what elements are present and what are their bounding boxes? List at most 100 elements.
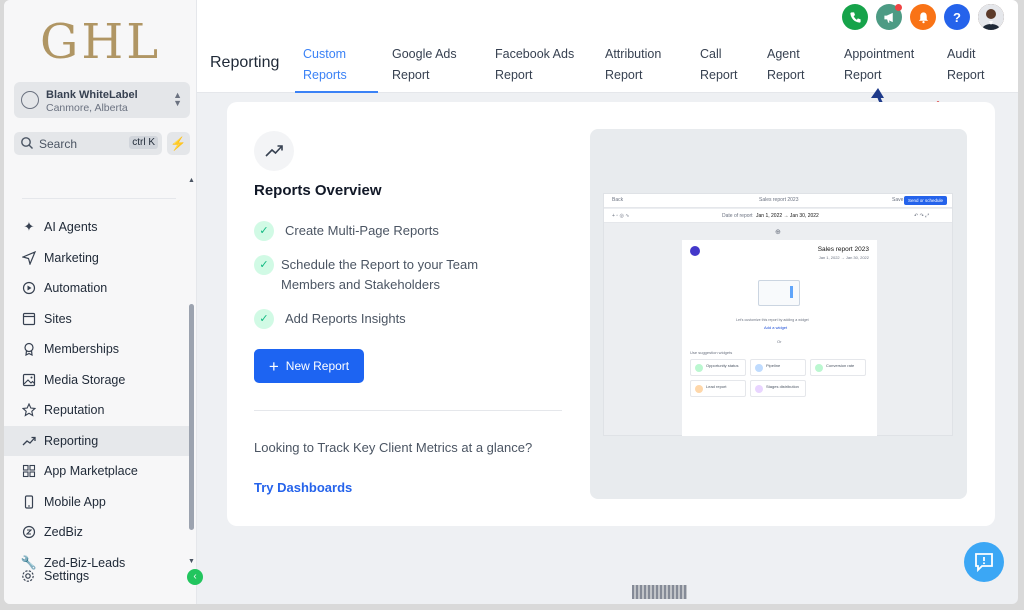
bell-icon[interactable] [910, 4, 936, 30]
preview-page-title: Sales report 2023 [817, 246, 869, 253]
sidebar-nav: ✦ AI Agents Marketing Automation Sites M… [4, 212, 190, 578]
preview-date-label: Date of report [722, 213, 753, 219]
trend-up-icon [265, 145, 283, 157]
preview-toolbar: Back Sales report 2023 Save Send or sche… [604, 194, 952, 208]
send-icon [21, 250, 37, 266]
tab-google-ads-report[interactable]: Google Ads Report [378, 44, 479, 93]
preview-empty-text: Let's customize this report by adding a … [736, 318, 809, 322]
scroll-up-icon[interactable]: ▲ [188, 177, 195, 184]
sidebar-item-media-storage[interactable]: Media Storage [4, 365, 190, 396]
account-name: Blank WhiteLabel [46, 89, 138, 101]
tab-label: Custom [303, 47, 347, 61]
new-report-button[interactable]: + New Report [254, 349, 364, 383]
tab-label: Google Ads [392, 47, 457, 61]
preview-widget-card: Conversion rate [810, 359, 866, 376]
tab-audit-report[interactable]: Audit Report [939, 44, 999, 93]
sidebar-item-automation[interactable]: Automation [4, 273, 190, 304]
chat-alert-icon [975, 553, 993, 573]
feature-item: ✓ Schedule the Report to your Team Membe… [254, 255, 534, 295]
preview-tools-icons: + ▫ ◎ ∿ [612, 213, 630, 219]
preview-send-button: Send or schedule [904, 196, 947, 205]
preview-or: Or [777, 339, 782, 344]
preview-save: Save [892, 197, 904, 203]
megaphone-icon[interactable] [876, 4, 902, 30]
sidebar-item-reporting[interactable]: Reporting [4, 425, 190, 456]
award-icon [21, 341, 37, 357]
check-icon: ✓ [254, 221, 274, 241]
user-avatar[interactable] [978, 4, 1004, 30]
sidebar-item-label: Mobile App [44, 494, 106, 509]
star-icon [21, 402, 37, 418]
tab-agent-report[interactable]: Agent Report [755, 44, 832, 93]
sidebar-item-label: Marketing [44, 250, 99, 265]
try-dashboards-link[interactable]: Try Dashboards [254, 480, 352, 495]
tab-call-report[interactable]: Call Report [687, 44, 755, 93]
sidebar-divider [22, 198, 176, 199]
sidebar-item-label: AI Agents [44, 220, 98, 235]
preview-logo-icon [690, 246, 700, 256]
preview-widget-card: Opportunity status [690, 359, 746, 376]
sidebar-item-label: Automation [44, 281, 108, 296]
sidebar-item-label: Memberships [44, 342, 120, 357]
preview-widget-label: Stages distribution [766, 384, 799, 389]
tab-label: Reports [303, 68, 347, 82]
zedbiz-icon [21, 524, 37, 540]
phone-icon[interactable] [842, 4, 868, 30]
trend-icon [21, 433, 37, 449]
sidebar-item-app-marketplace[interactable]: App Marketplace [4, 456, 190, 487]
tab-label: Facebook Ads [495, 47, 575, 61]
button-label: New Report [285, 359, 350, 373]
check-icon: ✓ [254, 255, 274, 275]
watermark-pattern [632, 585, 687, 599]
collapse-sidebar-button[interactable]: ‹ [187, 569, 203, 585]
quick-action-bolt-icon[interactable]: ⚡ [167, 132, 190, 155]
sidebar-item-label: Media Storage [44, 372, 126, 387]
top-header: ? Reporting Custom Reports Google Ads Re… [197, 0, 1018, 93]
sidebar-item-sites[interactable]: Sites [4, 304, 190, 335]
preview-undo-icons: ↶ ↷ ⤢ [914, 213, 930, 219]
sidebar-item-marketing[interactable]: Marketing [4, 243, 190, 274]
account-avatar-icon [21, 91, 39, 109]
app-window: GHL Blank WhiteLabel Canmore, Alberta ▲ ▼… [4, 0, 1018, 604]
support-chat-button[interactable] [964, 542, 1004, 582]
sidebar-item-memberships[interactable]: Memberships [4, 334, 190, 365]
sidebar-item-label: Zed-Biz-Leads [44, 555, 126, 570]
sidebar-item-reputation[interactable]: Reputation [4, 395, 190, 426]
sites-icon [21, 311, 37, 327]
account-location: Canmore, Alberta [46, 102, 128, 114]
scroll-down-icon[interactable]: ▼ [188, 558, 195, 565]
preview-widget-card: Pipeline [750, 359, 806, 376]
search-input[interactable]: Search ctrl K [14, 132, 162, 155]
preview-date-bar: + ▫ ◎ ∿ Date of report Jan 1, 2022 → Jan… [604, 209, 952, 223]
preview-widget-label: Conversion rate [826, 363, 855, 368]
help-icon[interactable]: ? [944, 4, 970, 30]
tab-label: Report [947, 68, 985, 82]
brand-logo[interactable]: GHL [40, 14, 161, 70]
sidebar-item-ai-agents[interactable]: ✦ AI Agents [4, 212, 190, 243]
preview-add-icon: ⊕ [775, 229, 781, 236]
sidebar-item-mobile-app[interactable]: Mobile App [4, 487, 190, 518]
preview-page: Sales report 2023 Jan 1, 2022 → Jan 30, … [682, 240, 877, 436]
sidebar-item-zedbiz[interactable]: ZedBiz [4, 517, 190, 548]
report-preview-panel: Back Sales report 2023 Save Send or sche… [590, 129, 967, 499]
check-icon: ✓ [254, 309, 274, 329]
preview-widget-card: Stages distribution [750, 380, 806, 397]
tab-label: Agent [767, 47, 800, 61]
preview-empty-illustration [758, 280, 800, 306]
tab-facebook-ads-report[interactable]: Facebook Ads Report [479, 44, 591, 93]
sidebar-item-label: App Marketplace [44, 464, 138, 479]
feature-item: ✓ Create Multi-Page Reports [254, 221, 439, 241]
sidebar-scrollbar[interactable] [189, 304, 194, 530]
plus-icon: + [268, 356, 279, 376]
account-switcher[interactable]: Blank WhiteLabel Canmore, Alberta ▲ ▼ [14, 82, 190, 118]
sidebar-item-settings[interactable]: Settings [21, 569, 89, 583]
reports-overview-card: Reports Overview ✓ Create Multi-Page Rep… [227, 102, 995, 526]
sidebar-item-label: Sites [44, 311, 72, 326]
preview-suggest-label: Use suggestion widgets [690, 350, 733, 355]
preview-date-range: Jan 1, 2022 → Jan 30, 2022 [756, 213, 819, 219]
tab-label: Audit [947, 47, 976, 61]
automation-icon [21, 280, 37, 296]
tab-attribution-report[interactable]: Attribution Report [591, 44, 687, 93]
feature-item: ✓ Add Reports Insights [254, 309, 406, 329]
tab-custom-reports[interactable]: Custom Reports [295, 44, 378, 93]
